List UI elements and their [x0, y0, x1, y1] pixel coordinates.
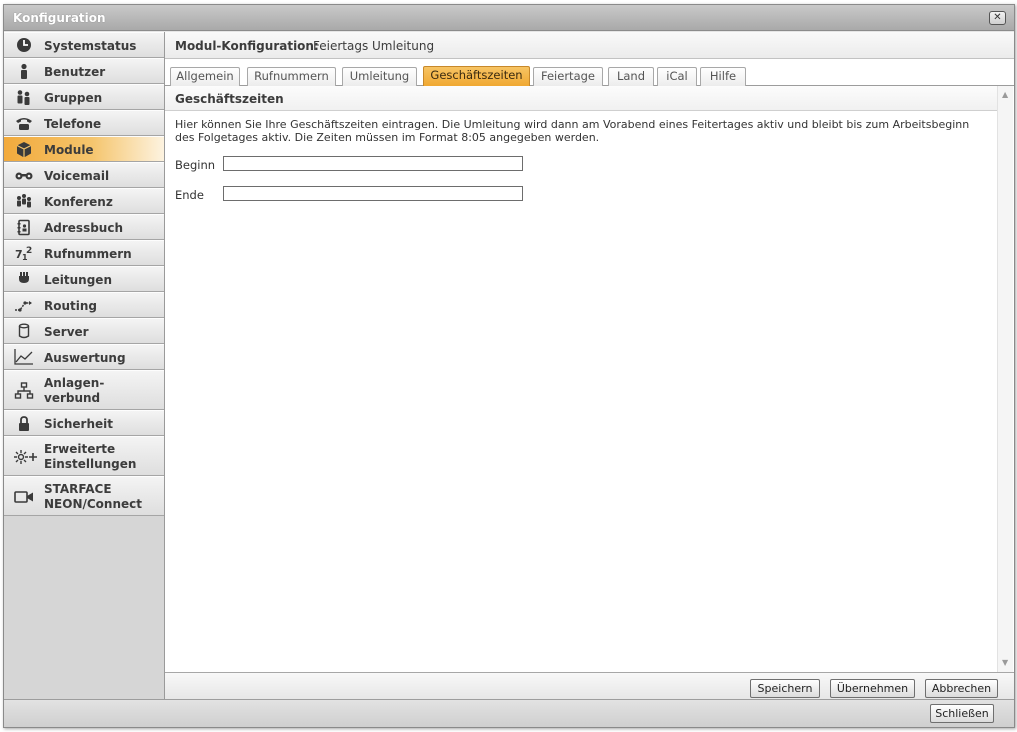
voicemail-icon	[15, 172, 33, 180]
sidebar-item-auswertung[interactable]: Auswertung	[4, 344, 164, 370]
sidebar-item-label-line1: Anlagen-	[44, 376, 105, 390]
begin-input[interactable]	[223, 156, 523, 171]
sidebar-item-label: Voicemail	[44, 169, 110, 183]
tab-allgemein[interactable]: Allgemein	[170, 67, 240, 86]
action-footer: Speichern Übernehmen Abbrechen	[165, 672, 1014, 699]
sidebar-item-label: Rufnummern	[44, 247, 132, 261]
tab-land[interactable]: Land	[608, 67, 654, 86]
content-scrollbar[interactable]: ▲ ▼	[997, 86, 1013, 672]
sidebar-item-label: Adressbuch	[44, 221, 124, 235]
sidebar-item-label-line2: Einstellungen	[44, 457, 137, 471]
sidebar-item-systemstatus[interactable]: Systemstatus	[4, 32, 164, 58]
cancel-button[interactable]: Abbrechen	[925, 679, 998, 698]
network-icon	[14, 382, 34, 399]
sidebar-item-rufnummern[interactable]: 7 1 2 Rufnummern	[4, 240, 164, 266]
sidebar-item-sicherheit[interactable]: Sicherheit	[4, 410, 164, 436]
window-close-button[interactable]: ✕	[989, 11, 1006, 25]
module-header-label: Modul-Konfiguration:	[175, 39, 319, 53]
section-title: Geschäftszeiten	[175, 92, 284, 106]
configuration-window: Konfiguration ✕ Systemstatus Benutzer Gr…	[0, 0, 1017, 732]
sidebar-item-label: Benutzer	[44, 65, 106, 79]
sidebar-item-telefone[interactable]: Telefone	[4, 110, 164, 136]
sidebar-item-label: Leitungen	[44, 273, 112, 287]
plug-icon	[19, 272, 29, 283]
sidebar-item-konferenz[interactable]: Konferenz	[4, 188, 164, 214]
cube-icon	[16, 142, 32, 158]
sidebar-item-module[interactable]: Module	[4, 136, 164, 162]
end-label: Ende	[175, 188, 204, 202]
sidebar-item-label-line1: Erweiterte	[44, 442, 116, 456]
main-panel: Modul-Konfiguration: Feiertags Umleitung…	[165, 32, 1014, 672]
sidebar-item-label: Konferenz	[44, 195, 113, 209]
server-icon	[18, 323, 30, 339]
window-title: Konfiguration	[13, 11, 106, 25]
sidebar-item-label: Sicherheit	[44, 417, 113, 431]
section-title-bar: Geschäftszeiten	[165, 86, 997, 111]
sidebar-item-label: Server	[44, 325, 89, 339]
sidebar-item-leitungen[interactable]: Leitungen	[4, 266, 164, 292]
window-bottom-bar: Schließen	[4, 699, 1014, 727]
close-button[interactable]: Schließen	[930, 704, 994, 723]
window-frame: Konfiguration ✕ Systemstatus Benutzer Gr…	[3, 4, 1015, 728]
scroll-up-icon[interactable]: ▲	[1002, 90, 1008, 99]
user-icon	[21, 63, 27, 79]
tab-geschaeftszeiten[interactable]: Geschäftszeiten	[423, 66, 530, 86]
tab-hilfe[interactable]: Hilfe	[700, 67, 746, 86]
sidebar-item-erweiterte-einstellungen[interactable]: Erweiterte Einstellungen	[4, 436, 164, 476]
routing-icon	[15, 301, 32, 312]
sidebar-item-label-line1: STARFACE	[44, 482, 112, 496]
svg-text:2: 2	[26, 246, 32, 256]
window-titlebar[interactable]: Konfiguration ✕	[4, 5, 1014, 31]
sidebar-item-starface-neon-connect[interactable]: STARFACE NEON/Connect	[4, 476, 164, 516]
sidebar-item-anlagenverbund[interactable]: Anlagen- verbund	[4, 370, 164, 410]
clock-icon	[17, 38, 31, 52]
sidebar-item-label: Systemstatus	[44, 39, 137, 53]
sidebar-item-label: Auswertung	[44, 351, 126, 365]
sidebar-item-label: Module	[44, 143, 94, 157]
description-line-1: Hier können Sie Ihre Geschäftszeiten ein…	[175, 118, 970, 131]
chart-icon	[14, 349, 33, 365]
module-header: Modul-Konfiguration: Feiertags Umleitung	[165, 32, 1014, 59]
tab-rufnummern[interactable]: Rufnummern	[247, 67, 336, 86]
sidebar-item-label-line2: verbund	[44, 391, 101, 405]
close-icon: ✕	[993, 12, 1002, 23]
lock-icon	[19, 416, 29, 431]
content-area: Geschäftszeiten Hier können Sie Ihre Ges…	[165, 86, 1014, 672]
save-button[interactable]: Speichern	[750, 679, 820, 698]
phone-icon	[16, 118, 32, 130]
sidebar-nav: Systemstatus Benutzer Gruppen Telefone M…	[4, 32, 165, 699]
tab-umleitung[interactable]: Umleitung	[342, 67, 417, 86]
sidebar-item-server[interactable]: Server	[4, 318, 164, 344]
tab-ical[interactable]: iCal	[657, 67, 697, 86]
begin-label: Beginn	[175, 158, 216, 172]
sidebar-item-label: Telefone	[44, 117, 102, 131]
sidebar-item-voicemail[interactable]: Voicemail	[4, 162, 164, 188]
camera-icon	[14, 491, 33, 503]
sidebar-item-label: Gruppen	[44, 91, 103, 105]
sidebar-item-gruppen[interactable]: Gruppen	[4, 84, 164, 110]
addressbook-icon	[17, 219, 30, 236]
sidebar-item-routing[interactable]: Routing	[4, 292, 164, 318]
sidebar-item-label-line2: NEON/Connect	[44, 497, 142, 511]
end-input[interactable]	[223, 186, 523, 201]
module-header-value: Feiertags Umleitung	[313, 39, 435, 53]
sidebar-item-label: Routing	[44, 299, 98, 313]
numbers-icon: 7 1 2	[15, 246, 32, 262]
group-icon	[17, 90, 30, 105]
tab-feiertage[interactable]: Feiertage	[533, 67, 603, 86]
sidebar-item-adressbuch[interactable]: Adressbuch	[4, 214, 164, 240]
section-description: Hier können Sie Ihre Geschäftszeiten ein…	[175, 118, 985, 144]
conference-icon	[17, 194, 31, 208]
apply-button[interactable]: Übernehmen	[830, 679, 915, 698]
tab-bar: Allgemein Rufnummern Umleitung Geschäfts…	[165, 60, 1014, 86]
settings-plus-icon	[14, 450, 37, 464]
sidebar-item-benutzer[interactable]: Benutzer	[4, 58, 164, 84]
scroll-down-icon[interactable]: ▼	[1002, 658, 1008, 667]
description-line-2: des Folgetages aktiv. Die Zeiten müssen …	[175, 131, 600, 144]
